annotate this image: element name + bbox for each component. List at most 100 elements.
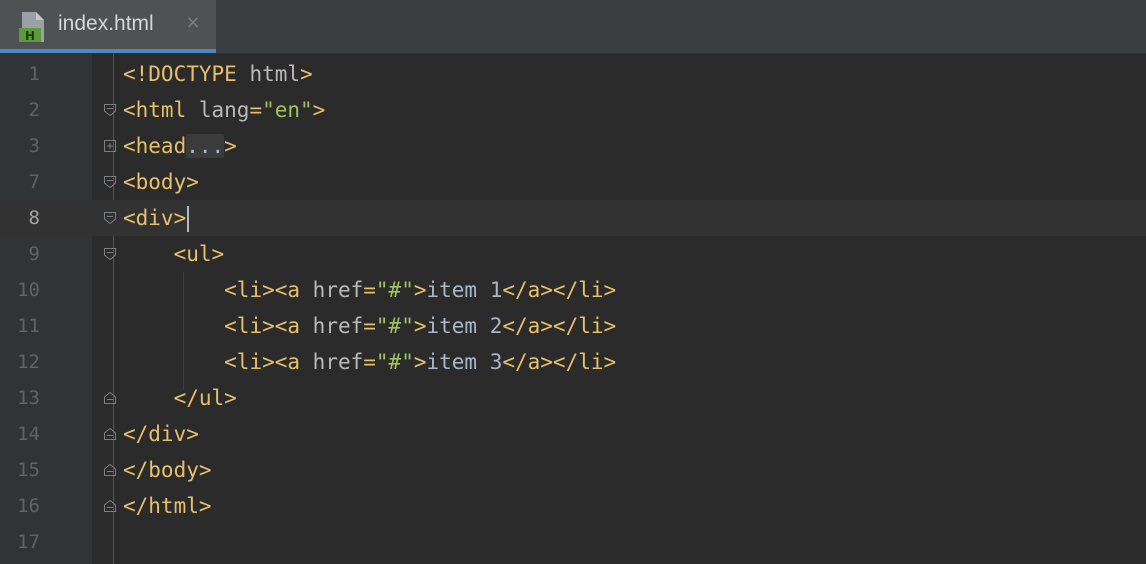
fold-open-icon[interactable] <box>103 103 117 117</box>
code-token: <li><a <box>224 314 313 338</box>
code-text: <!DOCTYPE html> <box>123 56 313 92</box>
line-number: 1 <box>28 63 40 85</box>
code-line[interactable]: 7 <body> <box>0 164 1146 200</box>
fold-open-icon[interactable] <box>103 175 117 189</box>
code-token: item 2 <box>426 314 503 338</box>
code-text: <ul> <box>123 236 225 272</box>
code-token: <head <box>123 134 187 158</box>
line-number: 8 <box>28 207 40 229</box>
code-token: > <box>413 278 427 302</box>
code-token: href <box>312 278 364 302</box>
code-text: </ul> <box>123 380 237 416</box>
code-token: = <box>363 314 376 338</box>
code-token: "#" <box>375 314 414 338</box>
code-token: <!DOCTYPE <box>123 62 250 86</box>
code-token: <li><a <box>224 350 313 374</box>
code-token: href <box>312 350 364 374</box>
fold-open-icon[interactable] <box>103 211 117 225</box>
code-text: </body> <box>123 452 212 488</box>
code-line[interactable]: 10 <li><a href="#">item 1</a></li> <box>0 272 1146 308</box>
line-number: 15 <box>17 459 40 481</box>
code-line[interactable]: 11 <li><a href="#">item 2</a></li> <box>0 308 1146 344</box>
folded-region-placeholder[interactable]: ... <box>186 134 225 158</box>
file-icon-badge: H <box>25 29 35 43</box>
code-token: <html <box>123 98 199 122</box>
code-text: </div> <box>123 416 199 452</box>
code-token: "en" <box>262 98 313 122</box>
code-text: <body> <box>123 164 199 200</box>
line-number: 11 <box>17 315 40 337</box>
code-line[interactable]: 13 </ul> <box>0 380 1146 416</box>
tab-title: index.html <box>58 12 154 35</box>
code-token: item 1 <box>426 278 503 302</box>
code-token: </a></li> <box>502 278 617 302</box>
editor-tab-bar: H index.html × <box>0 0 1146 54</box>
code-token: </body> <box>123 458 212 482</box>
line-number: 9 <box>28 243 40 265</box>
fold-end-icon[interactable] <box>103 391 117 405</box>
fold-expand-icon[interactable] <box>103 139 117 153</box>
code-token: > <box>300 62 313 86</box>
code-lines: 1 <!DOCTYPE html> 2 <html lang="en"> 3 <head.… <box>0 56 1146 560</box>
code-token: > <box>312 98 326 122</box>
code-line[interactable]: 8 <div> <box>0 200 1146 236</box>
tab-index-html[interactable]: H index.html × <box>0 0 216 53</box>
fold-end-icon[interactable] <box>103 463 117 477</box>
code-token: </a></li> <box>502 314 617 338</box>
code-line[interactable]: 12 <li><a href="#">item 3</a></li> <box>0 344 1146 380</box>
code-text: <li><a href="#">item 3</a></li> <box>123 344 616 380</box>
line-number: 14 <box>17 423 40 445</box>
html-file-icon: H <box>19 12 44 43</box>
active-tab-indicator <box>0 49 216 53</box>
code-token: <body> <box>123 170 199 194</box>
line-number: 2 <box>28 99 40 121</box>
code-token: <ul> <box>173 242 225 266</box>
line-number: 16 <box>17 495 40 517</box>
code-line[interactable]: 15 </body> <box>0 452 1146 488</box>
code-token: = <box>363 278 376 302</box>
code-token: > <box>413 350 427 374</box>
code-token: html <box>249 62 301 86</box>
code-token: item 3 <box>426 350 503 374</box>
code-line[interactable]: 16 </html> <box>0 488 1146 524</box>
code-token: </html> <box>123 494 212 518</box>
text-caret <box>187 206 190 232</box>
fold-end-icon[interactable] <box>103 499 117 513</box>
line-number: 7 <box>28 171 40 193</box>
code-line[interactable]: 17 <box>0 524 1146 560</box>
close-icon[interactable]: × <box>184 14 202 32</box>
code-line[interactable]: 1 <!DOCTYPE html> <box>0 56 1146 92</box>
code-line[interactable]: 9 <ul> <box>0 236 1146 272</box>
code-text: <html lang="en"> <box>123 92 325 128</box>
fold-open-icon[interactable] <box>103 247 117 261</box>
fold-end-icon[interactable] <box>103 427 117 441</box>
code-token: </div> <box>123 422 199 446</box>
code-text: <li><a href="#">item 1</a></li> <box>123 272 616 308</box>
code-line[interactable]: 2 <html lang="en"> <box>0 92 1146 128</box>
code-token: </ul> <box>173 386 237 410</box>
code-token: = <box>249 98 263 122</box>
line-number: 12 <box>17 351 40 373</box>
code-token: </a></li> <box>502 350 617 374</box>
code-editor[interactable]: 1 <!DOCTYPE html> 2 <html lang="en"> 3 <head.… <box>0 54 1146 564</box>
code-token: > <box>224 134 237 158</box>
code-token: href <box>312 314 364 338</box>
line-number: 10 <box>17 279 40 301</box>
code-text: </html> <box>123 488 212 524</box>
code-token: <div> <box>123 206 187 230</box>
code-token: "#" <box>375 350 414 374</box>
code-text: <div> <box>123 200 190 236</box>
code-token: = <box>363 350 376 374</box>
code-line[interactable]: 3 <head...> <box>0 128 1146 164</box>
code-line[interactable]: 14 </div> <box>0 416 1146 452</box>
code-text: <head...> <box>123 128 237 164</box>
code-token: "#" <box>375 278 414 302</box>
line-number: 13 <box>17 387 40 409</box>
code-token: <li><a <box>224 278 313 302</box>
code-token: lang <box>198 98 250 122</box>
